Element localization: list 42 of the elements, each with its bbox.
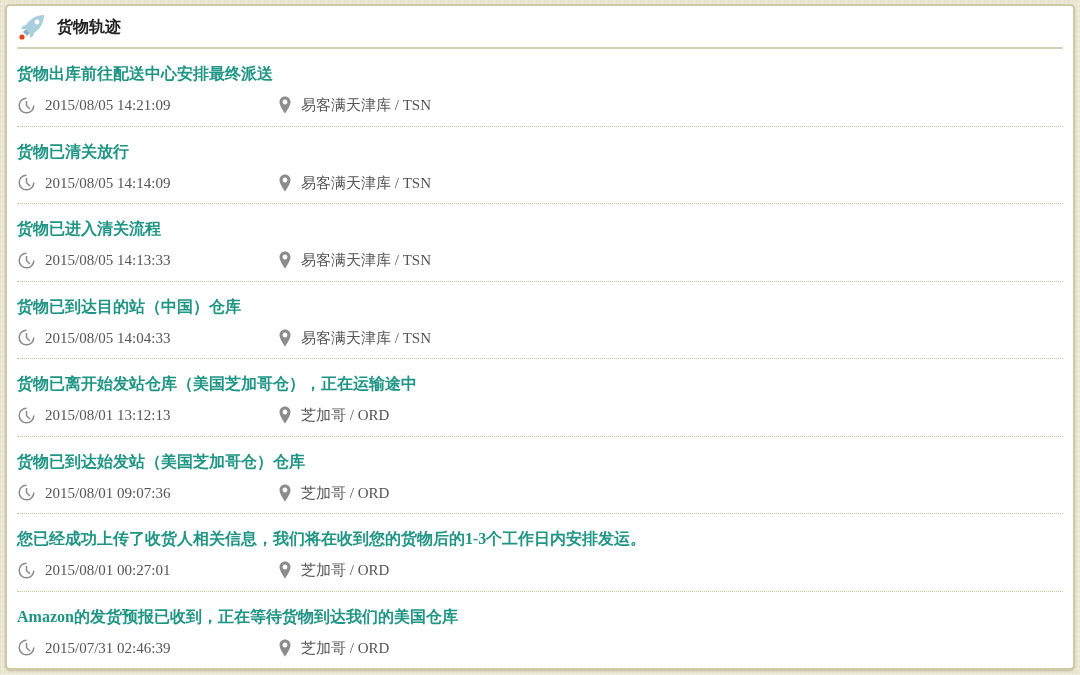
location-pin-icon bbox=[279, 638, 291, 657]
location-pin-icon bbox=[279, 561, 291, 579]
clock-icon bbox=[18, 329, 35, 346]
clock-icon bbox=[18, 406, 35, 424]
clock-icon bbox=[18, 484, 35, 501]
event-location: 易客满天津库 / TSN bbox=[301, 96, 431, 115]
event-location: 芝加哥 / ORD bbox=[301, 561, 390, 580]
location-pin-icon bbox=[279, 483, 291, 502]
clock-icon bbox=[18, 96, 35, 114]
location-pin-icon bbox=[279, 173, 291, 192]
event-time: 2015/08/05 14:14:09 bbox=[45, 173, 171, 193]
event-description: 货物已到达始发站（美国芝加哥仓）仓库 bbox=[17, 451, 306, 472]
clock-icon bbox=[18, 174, 35, 191]
event-location: 芝加哥 / ORD bbox=[301, 483, 390, 503]
event-description: 货物已离开始发站仓库（美国芝加哥仓），正在运输途中 bbox=[17, 374, 418, 394]
location-pin-icon bbox=[279, 251, 291, 269]
event-description: 货物已到达目的站（中国）仓库 bbox=[17, 296, 242, 317]
event-location: 易客满天津库 / TSN bbox=[301, 328, 431, 348]
event-description: Amazon的发货预报已收到，正在等待货物到达我们的美国仓库 bbox=[17, 606, 459, 627]
event-location: 易客满天津库 / TSN bbox=[301, 251, 431, 270]
clock-icon bbox=[18, 561, 35, 579]
location-pin-icon bbox=[279, 328, 291, 347]
event-time: 2015/08/05 14:21:09 bbox=[45, 96, 171, 115]
event-time: 2015/08/01 13:12:13 bbox=[45, 406, 171, 425]
event-description: 货物已清关放行 bbox=[17, 141, 130, 162]
event-location: 芝加哥 / ORD bbox=[301, 638, 390, 658]
event-time: 2015/08/01 09:07:36 bbox=[45, 483, 171, 503]
location-pin-icon bbox=[279, 96, 291, 114]
clock-icon bbox=[18, 639, 35, 656]
event-description: 货物已进入清关流程 bbox=[17, 219, 162, 239]
event-description: 您已经成功上传了收货人相关信息，我们将在收到您的货物后的1-3个工作日内安排发运。 bbox=[17, 529, 648, 549]
event-location: 芝加哥 / ORD bbox=[301, 406, 390, 425]
event-location: 易客满天津库 / TSN bbox=[301, 173, 431, 193]
event-time: 2015/08/01 00:27:01 bbox=[45, 561, 171, 580]
rocket-icon bbox=[18, 12, 46, 41]
event-time: 2015/08/05 14:04:33 bbox=[45, 328, 171, 348]
event-time: 2015/08/05 14:13:33 bbox=[45, 251, 171, 270]
location-pin-icon bbox=[279, 406, 291, 424]
event-description: 货物出库前往配送中心安排最终派送 bbox=[17, 64, 274, 84]
event-time: 2015/07/31 02:46:39 bbox=[45, 638, 171, 658]
clock-icon bbox=[18, 251, 35, 269]
panel-title: 货物轨迹 bbox=[57, 16, 121, 37]
